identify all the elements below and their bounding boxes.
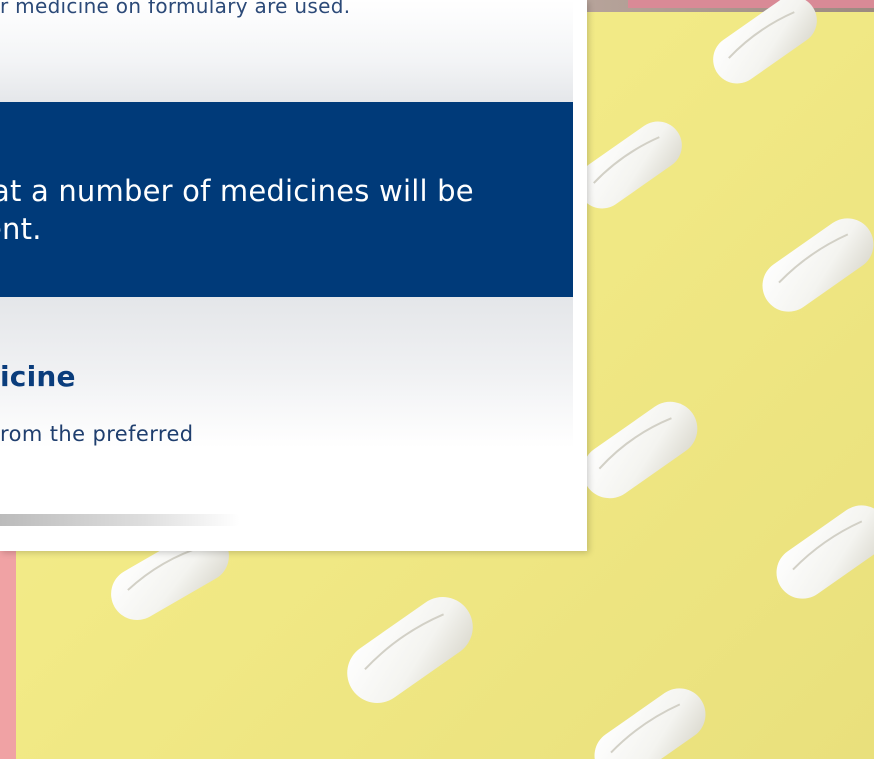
notice-text-line-2: ent. xyxy=(0,212,42,246)
notice-text-line-1: at a number of medicines will be xyxy=(0,174,474,208)
section-heading: icine xyxy=(0,360,76,393)
card-top-section: r medicine on formulary are used. xyxy=(0,0,573,102)
formulary-note-text: r medicine on formulary are used. xyxy=(0,0,351,18)
section-body-text: rom the preferred xyxy=(0,422,194,446)
card-shadow-edge xyxy=(0,514,240,526)
formulary-card: r medicine on formulary are used. at a n… xyxy=(0,0,587,551)
card-bottom-section xyxy=(0,297,573,513)
notice-text: at a number of medicines will be ent. xyxy=(0,172,573,248)
